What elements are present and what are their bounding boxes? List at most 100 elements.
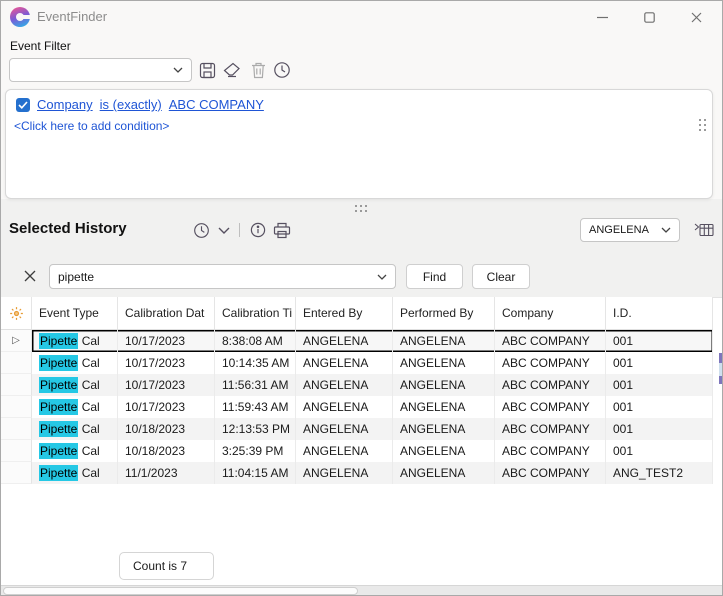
event-filter-combobox[interactable] xyxy=(9,58,192,82)
cell-event-rest: Cal xyxy=(78,356,99,370)
cell-id: 001 xyxy=(606,330,713,352)
close-button[interactable] xyxy=(673,1,719,33)
clear-filter-button[interactable] xyxy=(221,59,243,81)
splitter-grip[interactable] xyxy=(355,205,367,212)
info-icon xyxy=(250,222,266,238)
row-marker xyxy=(1,352,32,374)
app-logo-icon xyxy=(10,7,30,27)
cell-calibration-time: 11:56:31 AM xyxy=(215,374,296,396)
cell-performed-by: ANGELENA xyxy=(393,374,495,396)
sun-icon xyxy=(9,306,24,321)
cell-id: 001 xyxy=(606,352,713,374)
condition-operator-link[interactable]: is (exactly) xyxy=(100,97,162,112)
history-clock-button[interactable] xyxy=(190,219,212,241)
clear-search-x-button[interactable] xyxy=(22,268,38,284)
cell-entered-by: ANGELENA xyxy=(296,374,393,396)
cell-entered-by: ANGELENA xyxy=(296,440,393,462)
cell-calibration-time: 10:14:35 AM xyxy=(215,352,296,374)
cell-event-rest: Cal xyxy=(78,378,99,392)
save-icon xyxy=(199,62,216,79)
header-cell[interactable]: Company xyxy=(495,297,606,329)
cell-calibration-date: 10/17/2023 xyxy=(118,374,215,396)
cell-company: ABC COMPANY xyxy=(495,330,606,352)
toolbar-divider xyxy=(239,223,240,237)
header-cell[interactable]: Calibration Dat xyxy=(118,297,215,329)
info-button[interactable] xyxy=(247,219,269,241)
header-cell[interactable]: I.D. xyxy=(606,297,713,329)
cell-performed-by: ANGELENA xyxy=(393,440,495,462)
vertical-scrollbar-thumb[interactable] xyxy=(719,353,723,363)
table-row[interactable]: Pipette Cal 10/17/2023 10:14:35 AM ANGEL… xyxy=(1,352,713,374)
row-marker: ▷ xyxy=(1,330,32,352)
header-cell[interactable]: Event Type xyxy=(32,297,118,329)
user-combobox-value: ANGELENA xyxy=(581,224,661,236)
filter-conditions-panel: Company is (exactly) ABC COMPANY <Click … xyxy=(5,89,713,199)
delete-filter-button[interactable] xyxy=(247,59,269,81)
maximize-icon xyxy=(644,12,655,23)
cell-event-highlight: Pipette xyxy=(39,377,78,393)
cell-event-type: Pipette Cal xyxy=(32,440,118,462)
condition-value-link[interactable]: ABC COMPANY xyxy=(169,97,264,112)
table-row[interactable]: ▷ Pipette Cal 10/17/2023 8:38:08 AM ANGE… xyxy=(1,330,713,352)
row-marker xyxy=(1,418,32,440)
cell-entered-by: ANGELENA xyxy=(296,462,393,484)
cell-event-type: Pipette Cal xyxy=(32,374,118,396)
history-dropdown-button[interactable] xyxy=(213,219,235,241)
maximize-button[interactable] xyxy=(626,1,672,33)
cell-company: ABC COMPANY xyxy=(495,418,606,440)
header-cell[interactable]: Calibration Ti xyxy=(215,297,296,329)
cell-calibration-time: 11:04:15 AM xyxy=(215,462,296,484)
title-bar[interactable]: EventFinder xyxy=(1,1,722,33)
cell-event-type: Pipette Cal xyxy=(32,418,118,440)
panel-resize-grip[interactable] xyxy=(699,119,706,131)
cell-event-highlight: Pipette xyxy=(39,443,78,459)
cell-company: ABC COMPANY xyxy=(495,374,606,396)
minimize-button[interactable] xyxy=(579,1,625,33)
cell-performed-by: ANGELENA xyxy=(393,418,495,440)
cell-id: 001 xyxy=(606,440,713,462)
table-row[interactable]: Pipette Cal 10/17/2023 11:59:43 AM ANGEL… xyxy=(1,396,713,418)
window-title: EventFinder xyxy=(37,1,107,33)
cell-event-type: Pipette Cal xyxy=(32,396,118,418)
clear-button[interactable]: Clear xyxy=(472,264,530,289)
cell-event-rest: Cal xyxy=(78,444,99,458)
cell-calibration-date: 10/18/2023 xyxy=(118,418,215,440)
search-combobox[interactable]: pipette xyxy=(49,264,396,289)
table-grid-icon xyxy=(694,222,714,238)
header-cell-indicator[interactable] xyxy=(1,297,32,329)
cell-id: ANG_TEST2 xyxy=(606,462,713,484)
vertical-scrollbar-thumb[interactable] xyxy=(719,363,723,376)
cell-entered-by: ANGELENA xyxy=(296,352,393,374)
vertical-scrollbar-thumb[interactable] xyxy=(719,376,723,384)
history-filter-button[interactable] xyxy=(271,59,293,81)
table-row[interactable]: Pipette Cal 10/17/2023 11:56:31 AM ANGEL… xyxy=(1,374,713,396)
cell-id: 001 xyxy=(606,396,713,418)
header-cell[interactable]: Entered By xyxy=(296,297,393,329)
cell-calibration-time: 3:25:39 PM xyxy=(215,440,296,462)
cell-event-rest: Cal xyxy=(78,334,99,348)
condition-row: Company is (exactly) ABC COMPANY xyxy=(16,97,264,112)
cell-company: ABC COMPANY xyxy=(495,396,606,418)
cell-event-rest: Cal xyxy=(78,466,99,480)
column-chooser-button[interactable] xyxy=(693,219,715,241)
table-row[interactable]: Pipette Cal 10/18/2023 12:13:53 PM ANGEL… xyxy=(1,418,713,440)
horizontal-scrollbar-thumb[interactable] xyxy=(3,587,358,595)
condition-checkbox[interactable] xyxy=(16,98,30,112)
header-cell[interactable]: Performed By xyxy=(393,297,495,329)
chevron-down-icon xyxy=(661,227,671,233)
save-filter-button[interactable] xyxy=(196,59,218,81)
check-icon xyxy=(18,101,28,109)
table-row[interactable]: Pipette Cal 10/18/2023 3:25:39 PM ANGELE… xyxy=(1,440,713,462)
chevron-down-icon xyxy=(377,274,387,280)
condition-field-link[interactable]: Company xyxy=(37,97,93,112)
cell-calibration-date: 10/18/2023 xyxy=(118,440,215,462)
cell-calibration-time: 11:59:43 AM xyxy=(215,396,296,418)
add-condition-link[interactable]: <Click here to add condition> xyxy=(14,119,169,133)
find-button[interactable]: Find xyxy=(406,264,463,289)
cell-event-type: Pipette Cal xyxy=(32,352,118,374)
cell-performed-by: ANGELENA xyxy=(393,352,495,374)
table-row[interactable]: Pipette Cal 11/1/2023 11:04:15 AM ANGELE… xyxy=(1,462,713,484)
cell-event-highlight: Pipette xyxy=(39,399,78,415)
user-combobox[interactable]: ANGELENA xyxy=(580,218,680,242)
print-button[interactable] xyxy=(271,219,293,241)
